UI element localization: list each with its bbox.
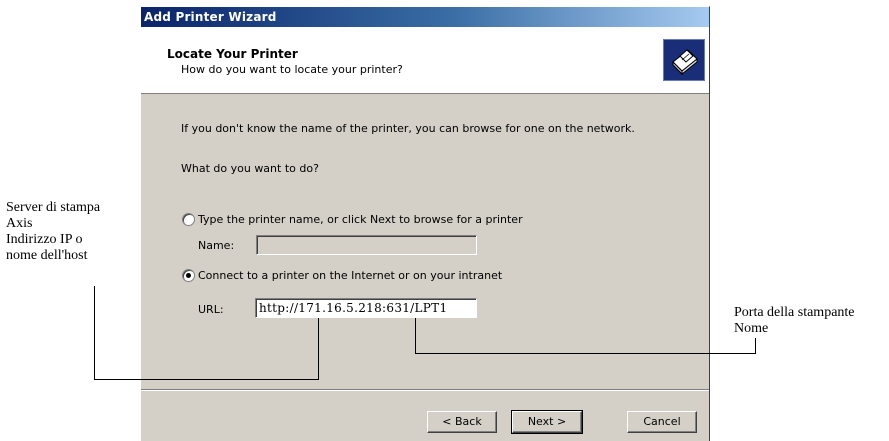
annotation-left-line-2: Axis: [6, 216, 33, 231]
header-title: Locate Your Printer: [167, 47, 298, 61]
annotation-right-leader-pointer: [415, 318, 416, 354]
annotation-left-leader-vertical: [94, 286, 95, 380]
annotation-left-line-3: Indirizzo IP o: [6, 232, 83, 247]
option-connect-label: Connect to a printer on the Internet or …: [198, 269, 503, 282]
radio-connect-url[interactable]: [182, 269, 195, 282]
add-printer-wizard-dialog: Add Printer Wizard Locate Your Printer H…: [140, 6, 710, 441]
annotation-right-line-2: Nome: [734, 321, 769, 336]
name-input[interactable]: [256, 235, 477, 255]
intro-text: If you don't know the name of the printe…: [181, 122, 635, 135]
url-input[interactable]: http://171.16.5.218:631/LPT1: [255, 298, 477, 318]
next-button[interactable]: Next >: [511, 410, 583, 434]
footer-divider: [141, 389, 709, 391]
url-label: URL:: [198, 303, 224, 316]
option-type-name-label: Type the printer name, or click Next to …: [198, 213, 523, 226]
title-bar: Add Printer Wizard: [141, 7, 709, 27]
question-text: What do you want to do?: [181, 162, 319, 175]
annotation-left-leader-pointer: [318, 318, 319, 380]
annotation-left-line-1: Server di stampa: [6, 200, 101, 215]
annotation-right: Porta della stampante Nome: [734, 305, 855, 337]
annotation-left: Server di stampa Axis Indirizzo IP o nom…: [6, 200, 100, 264]
annotation-right-line-1: Porta della stampante: [734, 305, 855, 320]
annotation-right-leader-horizontal: [415, 353, 756, 354]
back-button[interactable]: < Back: [427, 411, 497, 433]
annotation-left-line-4: nome dell'host: [6, 248, 88, 263]
printer-icon: [663, 39, 705, 81]
header-subtitle: How do you want to locate your printer?: [181, 63, 403, 76]
cancel-button[interactable]: Cancel: [627, 411, 697, 433]
name-label: Name:: [198, 239, 235, 252]
radio-type-name[interactable]: [182, 213, 195, 226]
wizard-header: Locate Your Printer How do you want to l…: [141, 27, 709, 94]
annotation-left-leader-horizontal: [94, 379, 319, 380]
annotation-right-leader-vertical: [755, 338, 756, 354]
